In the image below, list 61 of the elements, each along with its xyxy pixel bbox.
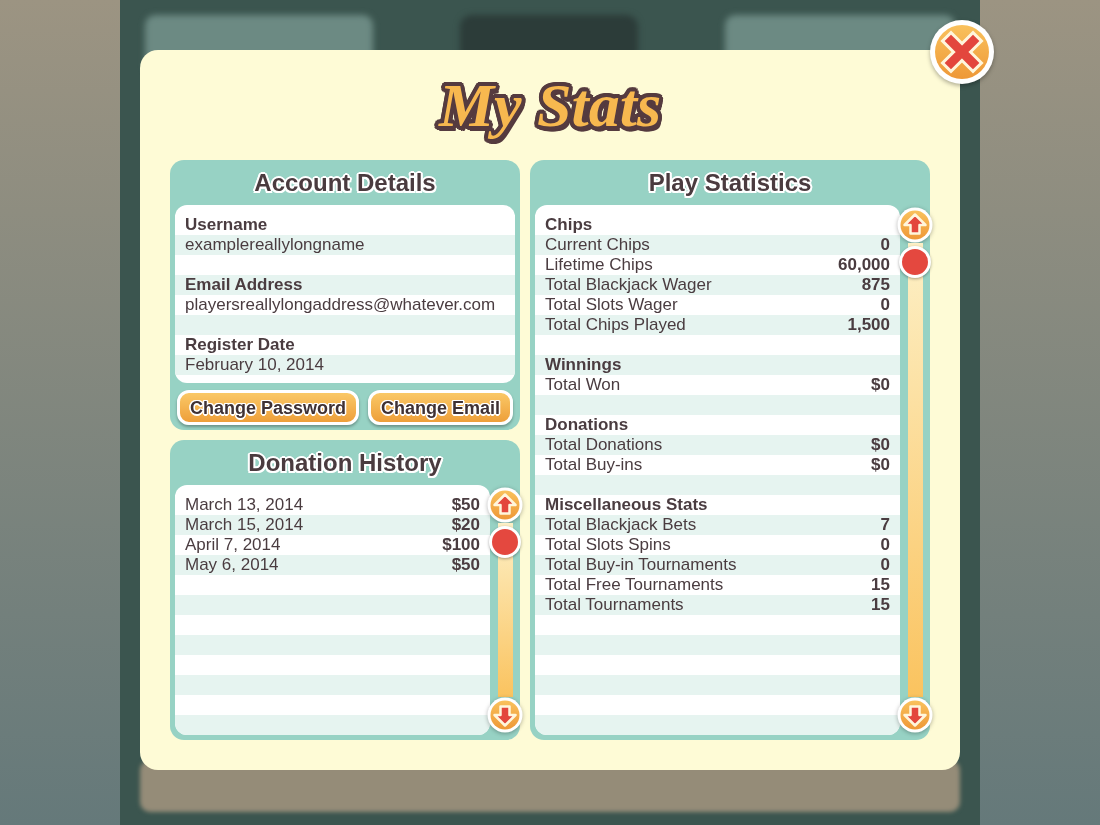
stat-label: Total Buy-in Tournaments [545, 555, 737, 575]
stat-value: 60,000 [838, 255, 890, 275]
donation-amount: $50 [451, 555, 480, 575]
stat-value: $0 [871, 375, 890, 395]
donation-amount: $50 [451, 495, 480, 515]
stat-label: Total Free Tournaments [545, 575, 724, 595]
stat-value: $0 [871, 455, 890, 475]
change-email-button[interactable]: Change Email [367, 390, 513, 425]
field-label: Email Address [185, 275, 303, 295]
donation-date: March 13, 2014 [185, 495, 304, 515]
stat-label: Total Chips Played [545, 315, 686, 335]
donation-amount: $100 [442, 535, 480, 555]
panel-heading: Account Details [254, 168, 436, 197]
stat-value: $0 [871, 435, 890, 455]
donation-amount: $20 [451, 515, 480, 535]
field-value: playersreallylongaddress@whatever.com [185, 295, 496, 315]
scroll-up-button[interactable] [487, 487, 523, 523]
scroll-down-button[interactable] [897, 697, 933, 733]
stat-label: Total Blackjack Wager [545, 275, 712, 295]
stat-value: 0 [880, 295, 890, 315]
down-arrow-icon [487, 697, 523, 733]
dialog-title: My Stats [438, 70, 662, 140]
field-value: February 10, 2014 [185, 355, 324, 375]
scrollbar-thumb[interactable] [899, 246, 931, 278]
donation-date: April 7, 2014 [185, 535, 281, 555]
donation-date: March 15, 2014 [185, 515, 304, 535]
field-label: Register Date [185, 335, 295, 355]
stat-label: Lifetime Chips [545, 255, 653, 275]
panel-heading: Donation History [248, 448, 442, 477]
stat-label: Total Buy-ins [545, 455, 643, 475]
scroll-down-button[interactable] [487, 697, 523, 733]
stat-value: 0 [880, 235, 890, 255]
stat-value: 7 [880, 515, 890, 535]
field-value: examplereallylongname [185, 235, 365, 255]
stat-label: Total Slots Spins [545, 535, 671, 555]
scrollbar-thumb[interactable] [489, 526, 521, 558]
up-arrow-icon [897, 207, 933, 243]
panel-heading: Play Statistics [648, 168, 812, 197]
change-password-button[interactable]: Change Password [177, 390, 360, 425]
section-heading: Winnings [545, 355, 622, 375]
stat-label: Current Chips [545, 235, 650, 255]
section-heading: Miscellaneous Stats [545, 495, 708, 515]
field-label: Username [185, 215, 268, 235]
stat-label: Total Tournaments [545, 595, 684, 615]
stat-value: 15 [871, 575, 890, 595]
stat-label: Total Blackjack Bets [545, 515, 697, 535]
section-heading: Donations [545, 415, 629, 435]
donation-date: May 6, 2014 [185, 555, 279, 575]
stat-value: 15 [871, 595, 890, 615]
stat-value: 0 [880, 555, 890, 575]
scroll-up-button[interactable] [897, 207, 933, 243]
down-arrow-icon [897, 697, 933, 733]
stat-value: 875 [861, 275, 890, 295]
up-arrow-icon [487, 487, 523, 523]
stat-value: 0 [880, 535, 890, 555]
stat-label: Total Donations [545, 435, 663, 455]
stat-label: Total Slots Wager [545, 295, 678, 315]
section-heading: Chips [545, 215, 593, 235]
stat-value: 1,500 [847, 315, 890, 335]
stat-label: Total Won [545, 375, 621, 395]
close-button[interactable] [929, 19, 995, 85]
